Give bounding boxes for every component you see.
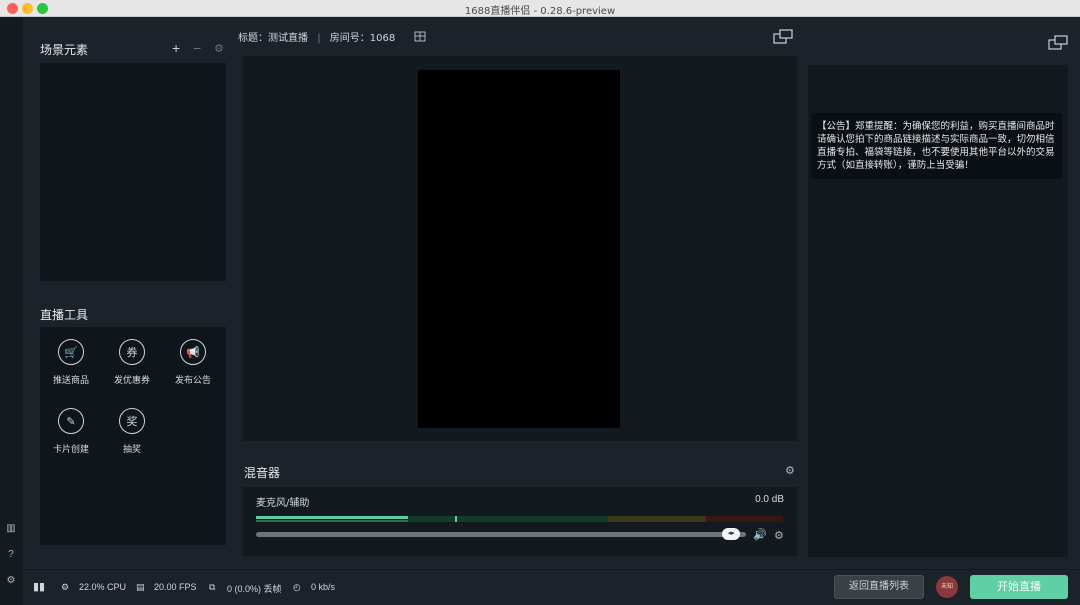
title-label: 标题： — [238, 33, 268, 44]
dropped-frames: 0 (0.0%) 丢帧 — [227, 584, 282, 594]
popout-notice-icon[interactable] — [1048, 35, 1068, 51]
megaphone-icon: 📢 — [180, 339, 206, 365]
speaker-icon[interactable]: 🔊 — [753, 528, 767, 541]
bitrate-icon: ◴ — [293, 582, 301, 592]
edit-layout-icon[interactable] — [414, 30, 426, 42]
volume-knob[interactable]: ◂▸ — [722, 528, 741, 540]
cart-icon: 🛒 — [58, 339, 84, 365]
popout-preview-icon[interactable] — [773, 29, 793, 45]
back-to-live-list-button[interactable]: 返回直播列表 — [834, 575, 924, 599]
scene-list[interactable] — [40, 63, 226, 281]
side-rail: ▥ ? ⚙ — [0, 17, 23, 605]
channel-settings-icon[interactable]: ⚙ — [774, 529, 784, 542]
cpu-usage: 22.0% CPU — [79, 582, 127, 592]
cpu-icon: ⚙ — [61, 582, 70, 592]
audio-meter — [256, 516, 783, 522]
tool-label: 抽奖 — [122, 445, 141, 455]
tool-label: 卡片创建 — [52, 445, 89, 455]
mixer-settings-icon[interactable]: ⚙ — [785, 464, 795, 477]
scene-settings-icon[interactable]: ⚙ — [214, 42, 224, 55]
window-title: 1688直播伴侣 - 0.28.6-preview — [464, 6, 616, 17]
stream-header: 标题：测试直播 | 房间号：1068 — [238, 29, 395, 44]
dropped-frames-icon: ⧉ — [209, 582, 216, 592]
video-canvas[interactable] — [418, 70, 620, 428]
live-tools-title: 直播工具 — [40, 308, 89, 322]
stream-title: 测试直播 — [268, 33, 308, 44]
stream-preview[interactable] — [243, 56, 797, 441]
avatar[interactable]: 未知 — [936, 576, 958, 598]
start-live-button[interactable]: 开始直播 — [970, 575, 1068, 599]
bitrate-value: 0 kb/s — [311, 582, 336, 592]
volume-slider[interactable] — [256, 532, 746, 537]
room-number: 1068 — [369, 33, 396, 44]
announcement-text: 【公告】郑重提醒：为确保您的利益，购买直播间商品时请确认您拍下的商品链接描述与实… — [811, 113, 1062, 179]
channel-name: 麦克风/辅助 — [256, 498, 310, 509]
card-icon: ✎ — [58, 408, 84, 434]
tool-label: 发优惠券 — [113, 376, 150, 386]
gear-icon[interactable]: ⚙ — [5, 575, 17, 587]
remove-scene-button[interactable]: − — [193, 40, 201, 56]
window-titlebar: 1688直播伴侣 - 0.28.6-preview — [0, 0, 1080, 17]
help-icon[interactable]: ? — [5, 549, 17, 561]
layout-icon[interactable]: ▥ — [5, 523, 17, 535]
create-card-button[interactable]: ✎ 卡片创建 — [41, 408, 101, 455]
scene-title: 场景元素 — [40, 43, 89, 57]
stats-chart-icon[interactable]: ▮▮ — [33, 580, 45, 593]
room-label: 房间号： — [329, 33, 370, 44]
lottery-button[interactable]: 奖 抽奖 — [102, 408, 162, 455]
notice-panel: 【公告】郑重提醒：为确保您的利益，购买直播间商品时请确认您拍下的商品链接描述与实… — [808, 65, 1068, 557]
coupon-icon: 券 — [119, 339, 145, 365]
mixer-title: 混音器 — [244, 466, 281, 480]
tool-label: 发布公告 — [174, 376, 211, 386]
mixer-panel: 麦克风/辅助 0.0 dB ◂▸ 🔊 ⚙ — [243, 487, 797, 556]
push-product-button[interactable]: 🛒 推送商品 — [41, 339, 101, 386]
add-scene-button[interactable]: + — [172, 40, 180, 56]
channel-level: 0.0 dB — [755, 494, 784, 505]
fps-icon: ▤ — [136, 582, 145, 592]
tool-label: 推送商品 — [52, 376, 89, 386]
header-divider: | — [317, 33, 321, 44]
fps-value: 20.00 FPS — [154, 582, 197, 592]
publish-notice-button[interactable]: 📢 发布公告 — [163, 339, 223, 386]
send-coupon-button[interactable]: 券 发优惠券 — [102, 339, 162, 386]
prize-icon: 奖 — [119, 408, 145, 434]
